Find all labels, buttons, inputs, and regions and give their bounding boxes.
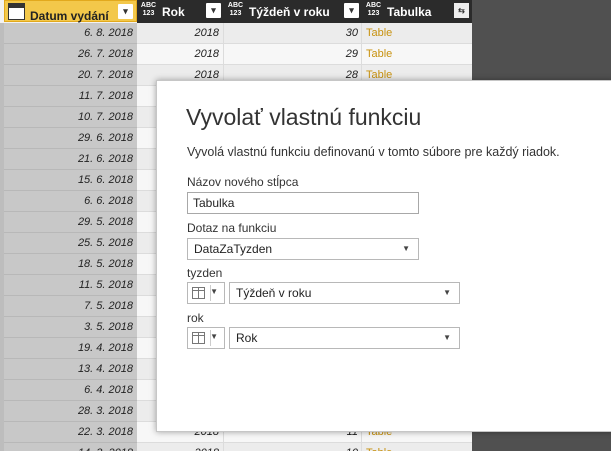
column-type-icon xyxy=(192,287,205,299)
any-type-icon[interactable]: ABC 123 xyxy=(365,2,382,19)
date-cell: 19. 4. 2018 xyxy=(4,338,137,359)
any-type-icon[interactable]: ABC 123 xyxy=(227,2,244,19)
function-query-value: DataZaTyzden xyxy=(194,242,273,256)
filter-dropdown-icon[interactable]: ▾ xyxy=(118,4,133,19)
chevron-down-icon: ▼ xyxy=(443,333,451,342)
rok-cell: 2018 xyxy=(137,23,224,44)
date-cell: 29. 6. 2018 xyxy=(4,128,137,149)
column-header-tyzden-v-roku[interactable]: ABC 123 Týždeň v roku ▾ xyxy=(224,0,362,23)
dialog-description: Vyvolá vlastnú funkciu definovanú v tomt… xyxy=(187,145,560,159)
column-header-label: Rok xyxy=(162,5,185,19)
param-tyzden-label: tyzden xyxy=(187,266,223,280)
rok-cell: 2018 xyxy=(137,44,224,65)
function-query-select[interactable]: DataZaTyzden ▼ xyxy=(187,238,419,260)
expand-column-icon[interactable]: ⇆ xyxy=(454,3,469,18)
date-cell: 6. 4. 2018 xyxy=(4,380,137,401)
filter-dropdown-icon[interactable]: ▾ xyxy=(344,3,359,18)
date-cell: 22. 3. 2018 xyxy=(4,422,137,443)
tyzden-cell: 30 xyxy=(224,23,362,44)
date-cell: 7. 5. 2018 xyxy=(4,296,137,317)
column-type-icon xyxy=(192,332,205,344)
date-cell: 11. 5. 2018 xyxy=(4,275,137,296)
column-header-rok[interactable]: ABC 123 Rok ▾ xyxy=(137,0,224,23)
invoke-custom-function-dialog: Vyvolať vlastnú funkciu Vyvolá vlastnú f… xyxy=(156,80,611,432)
tabulka-cell[interactable]: Table xyxy=(362,23,472,44)
tyzden-cell: 10 xyxy=(224,443,362,451)
date-cell: 10. 7. 2018 xyxy=(4,107,137,128)
table-row[interactable]: 26. 7. 2018 2018 29 Table xyxy=(0,44,611,65)
chevron-down-icon: ▼ xyxy=(210,287,218,296)
date-cell: 25. 5. 2018 xyxy=(4,233,137,254)
param-tyzden-type-button[interactable]: ▼ xyxy=(187,282,225,304)
tabulka-cell[interactable]: Table xyxy=(362,44,472,65)
date-cell: 14. 3. 2018 xyxy=(4,443,137,451)
column-header-tabulka[interactable]: ABC 123 Tabulka ⇆ xyxy=(362,0,472,23)
date-cell: 26. 7. 2018 xyxy=(4,44,137,65)
param-tyzden-select[interactable]: Týždeň v roku ▼ xyxy=(229,282,460,304)
param-rok-type-button[interactable]: ▼ xyxy=(187,327,225,349)
date-type-icon[interactable] xyxy=(8,3,25,20)
date-cell: 11. 7. 2018 xyxy=(4,86,137,107)
date-cell: 3. 5. 2018 xyxy=(4,317,137,338)
chevron-down-icon: ▼ xyxy=(443,288,451,297)
column-header-label: Tabulka xyxy=(387,5,432,19)
date-cell: 15. 6. 2018 xyxy=(4,170,137,191)
date-cell: 20. 7. 2018 xyxy=(4,65,137,86)
tyzden-cell: 29 xyxy=(224,44,362,65)
date-cell: 29. 5. 2018 xyxy=(4,212,137,233)
header-filler xyxy=(472,0,611,23)
rok-cell: 2018 xyxy=(137,443,224,451)
date-cell: 6. 8. 2018 xyxy=(4,23,137,44)
chevron-down-icon: ▼ xyxy=(210,332,218,341)
param-rok-select[interactable]: Rok ▼ xyxy=(229,327,460,349)
any-type-icon[interactable]: ABC 123 xyxy=(140,2,157,19)
date-cell: 28. 3. 2018 xyxy=(4,401,137,422)
table-row[interactable]: 14. 3. 2018201810Table xyxy=(0,443,611,451)
table-row[interactable]: 6. 8. 2018 2018 30 Table xyxy=(0,23,611,44)
date-cell: 21. 6. 2018 xyxy=(4,149,137,170)
date-cell: 18. 5. 2018 xyxy=(4,254,137,275)
new-column-name-label: Názov nového stĺpca xyxy=(187,175,299,189)
chevron-down-icon: ▼ xyxy=(402,244,410,253)
column-header-datum-vydani[interactable]: Datum vydání ▾ xyxy=(4,0,137,23)
function-query-label: Dotaz na funkciu xyxy=(187,221,277,235)
param-rok-label: rok xyxy=(187,311,204,325)
new-column-name-input[interactable]: Tabulka xyxy=(187,192,419,214)
column-header-label: Týždeň v roku xyxy=(249,5,330,19)
param-tyzden-value: Týždeň v roku xyxy=(236,286,312,300)
date-cell: 6. 6. 2018 xyxy=(4,191,137,212)
param-rok-value: Rok xyxy=(236,331,258,345)
tabulka-cell[interactable]: Table xyxy=(362,443,472,451)
filter-dropdown-icon[interactable]: ▾ xyxy=(206,3,221,18)
dialog-title: Vyvolať vlastnú funkciu xyxy=(186,104,422,130)
date-cell: 13. 4. 2018 xyxy=(4,359,137,380)
